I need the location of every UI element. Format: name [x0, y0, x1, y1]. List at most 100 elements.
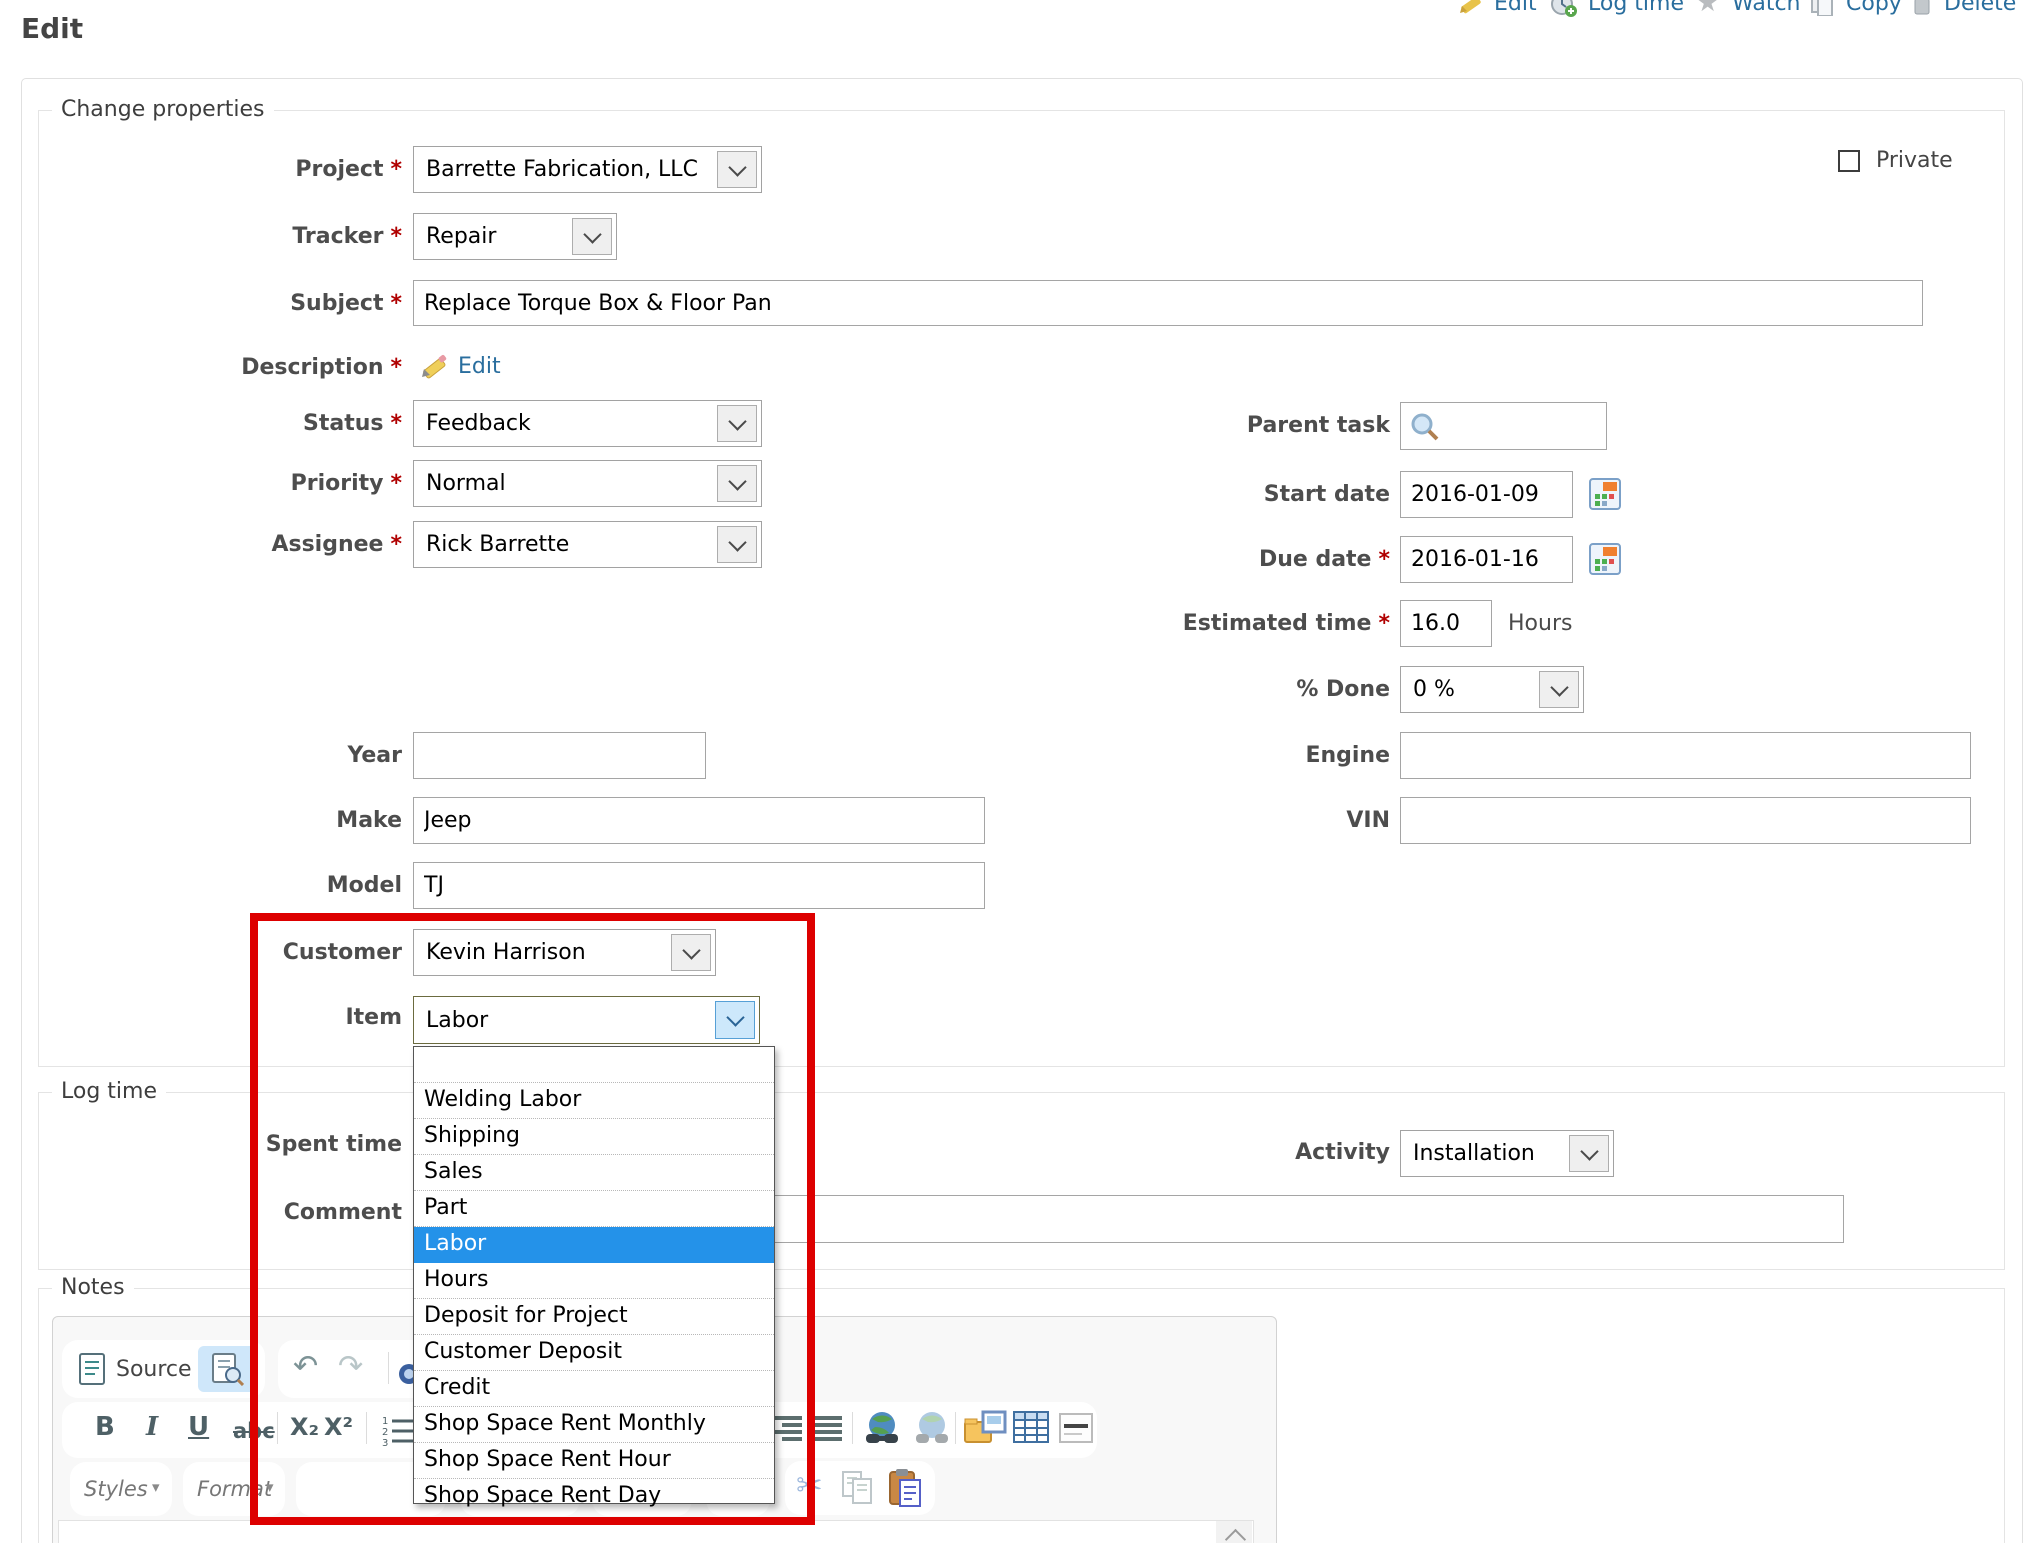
required-marker: *: [390, 224, 402, 249]
parent-task-label: Parent task: [1080, 413, 1390, 439]
project-select[interactable]: Barrette Fabrication, LLC: [413, 146, 762, 193]
underline-button[interactable]: U: [188, 1412, 209, 1442]
activity-label: Activity: [1080, 1140, 1390, 1166]
dropdown-option[interactable]: Credit: [414, 1371, 774, 1407]
undo-icon[interactable]: ↶: [293, 1352, 318, 1382]
engine-input[interactable]: [1400, 732, 1971, 779]
unlink-icon[interactable]: [912, 1410, 952, 1446]
cut-icon[interactable]: ✂: [796, 1470, 823, 1500]
source-button[interactable]: Source: [116, 1357, 192, 1382]
numbered-list-icon[interactable]: 123: [382, 1414, 416, 1446]
assignee-select[interactable]: Rick Barrette: [413, 521, 762, 568]
dropdown-option[interactable]: Shipping: [414, 1119, 774, 1155]
strikethrough-button[interactable]: abc: [233, 1416, 275, 1446]
private-label: Private: [1876, 148, 1953, 173]
chevron-down-icon: [717, 405, 757, 442]
toolbar-separator: [955, 1412, 956, 1444]
horizontal-rule-icon[interactable]: [1058, 1412, 1094, 1444]
copy-action-link[interactable]: Copy: [1846, 0, 1902, 18]
year-input[interactable]: [413, 732, 706, 779]
customer-label: Customer: [60, 940, 402, 966]
copy-icon[interactable]: [841, 1470, 875, 1506]
calendar-icon[interactable]: [1589, 543, 1621, 575]
customer-select[interactable]: Kevin Harrison: [413, 929, 716, 976]
required-marker: *: [390, 291, 402, 316]
project-label: Project*: [60, 157, 402, 183]
notes-legend: Notes: [52, 1275, 134, 1301]
subject-input[interactable]: [413, 280, 1923, 326]
required-marker: *: [390, 157, 402, 182]
due-date-label: Due date*: [1080, 547, 1390, 573]
search-icon: [1410, 412, 1440, 442]
start-date-input[interactable]: [1400, 471, 1573, 518]
dropdown-option[interactable]: Hours: [414, 1263, 774, 1299]
calendar-icon[interactable]: [1589, 478, 1621, 510]
redo-icon[interactable]: ↷: [338, 1352, 363, 1382]
edit-pencil-icon: [1458, 0, 1484, 16]
estimated-time-label: Estimated time*: [1080, 611, 1390, 637]
delete-action-link[interactable]: Delete: [1944, 0, 2016, 18]
dropdown-option[interactable]: Customer Deposit: [414, 1335, 774, 1371]
status-select[interactable]: Feedback: [413, 400, 762, 447]
justify-block-icon[interactable]: [812, 1414, 844, 1442]
year-label: Year: [60, 743, 402, 769]
tracker-select[interactable]: Repair: [413, 213, 617, 260]
watch-action-link[interactable]: Watch: [1732, 0, 1801, 18]
item-label: Item: [60, 1005, 402, 1031]
svg-text:2: 2: [382, 1427, 388, 1438]
dropdown-option[interactable]: Welding Labor: [414, 1083, 774, 1119]
dropdown-option[interactable]: Shop Space Rent Hour: [414, 1443, 774, 1479]
model-input[interactable]: [413, 862, 985, 909]
log-time-action-link[interactable]: Log time: [1588, 0, 1684, 18]
top-action-bar: Edit Log time ★ Watch Copy Delete: [1450, 0, 2030, 22]
status-label: Status*: [60, 411, 402, 437]
dropdown-option[interactable]: [414, 1047, 774, 1083]
tracker-label: Tracker*: [60, 224, 402, 250]
make-label: Make: [60, 808, 402, 834]
editor-content-area[interactable]: [58, 1520, 1254, 1543]
required-marker: *: [390, 471, 402, 496]
toolbar-separator: [366, 1412, 367, 1444]
item-select[interactable]: Labor: [413, 996, 760, 1044]
paste-icon[interactable]: [888, 1468, 924, 1508]
align-right-icon[interactable]: [772, 1414, 804, 1442]
watch-star-icon: ★: [1696, 0, 1719, 18]
private-checkbox[interactable]: [1838, 150, 1860, 172]
done-select[interactable]: 0 %: [1400, 666, 1584, 713]
edit-action-link[interactable]: Edit: [1494, 0, 1537, 18]
vin-input[interactable]: [1400, 797, 1971, 844]
activity-select[interactable]: Installation: [1400, 1130, 1614, 1177]
estimated-time-input[interactable]: [1400, 600, 1492, 647]
superscript-button[interactable]: X²: [324, 1412, 353, 1442]
link-icon[interactable]: [862, 1410, 902, 1446]
dropdown-option[interactable]: Part: [414, 1191, 774, 1227]
dropdown-option-selected[interactable]: Labor: [414, 1227, 774, 1263]
make-input[interactable]: [413, 797, 985, 844]
delete-trash-icon: [1910, 0, 1934, 16]
dropdown-option[interactable]: Deposit for Project: [414, 1299, 774, 1335]
description-edit-link[interactable]: Edit: [458, 353, 501, 381]
dropdown-option[interactable]: Shop Space Rent Day: [414, 1479, 774, 1514]
vin-label: VIN: [1080, 808, 1390, 834]
format-combo-label[interactable]: Format: [197, 1476, 272, 1502]
table-icon[interactable]: [1012, 1410, 1050, 1444]
image-icon[interactable]: [963, 1410, 1007, 1446]
change-properties-fieldset: [38, 110, 2005, 1067]
subscript-button[interactable]: X₂: [290, 1412, 319, 1442]
page-title: Edit: [21, 12, 83, 45]
dropdown-option[interactable]: Sales: [414, 1155, 774, 1191]
styles-combo-label[interactable]: Styles: [84, 1476, 148, 1502]
due-date-input[interactable]: [1400, 536, 1573, 583]
svg-text:1: 1: [382, 1416, 388, 1427]
copy-icon: [1810, 0, 1836, 16]
priority-label: Priority*: [60, 471, 402, 497]
chevron-down-icon: [715, 1001, 755, 1039]
bold-button[interactable]: B: [95, 1412, 115, 1442]
chevron-down-icon: [671, 934, 711, 971]
dropdown-option[interactable]: Shop Space Rent Monthly: [414, 1407, 774, 1443]
priority-select[interactable]: Normal: [413, 460, 762, 507]
estimated-time-unit: Hours: [1508, 611, 1572, 637]
toolbar-separator: [852, 1412, 853, 1444]
chevron-down-icon: [717, 151, 757, 188]
italic-button[interactable]: I: [146, 1412, 158, 1442]
